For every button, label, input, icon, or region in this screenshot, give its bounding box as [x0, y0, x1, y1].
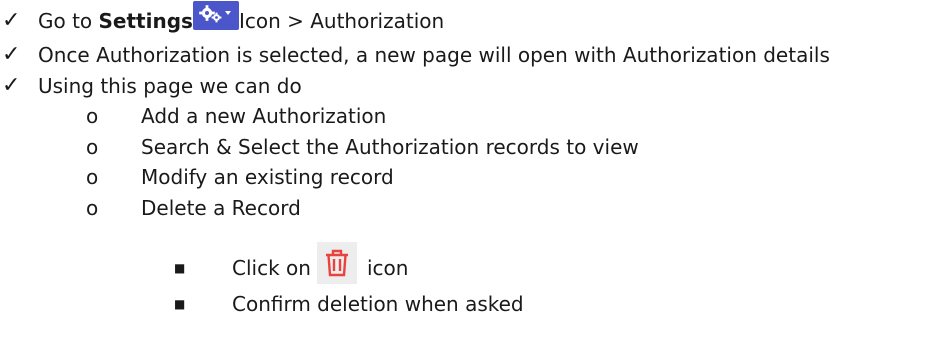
square-bullet: ■: [174, 297, 186, 311]
trash-icon: [325, 249, 348, 277]
settings-label: Settings: [98, 9, 193, 33]
gear-icon: [199, 5, 231, 23]
list-item-text: Add a new Authorization: [141, 104, 387, 128]
list-item-text: Delete a Record: [141, 196, 301, 220]
sub-step-text: Confirm deletion when asked: [232, 292, 524, 316]
check-mark: ✓: [2, 8, 21, 33]
circle-bullet: o: [86, 165, 99, 189]
settings-gear-icon[interactable]: [192, 1, 239, 30]
check-mark: ✓: [2, 73, 21, 98]
step-prefix: Click on: [232, 256, 311, 280]
delete-trash-icon[interactable]: [316, 242, 357, 284]
step-suffix: Icon > Authorization: [238, 9, 445, 33]
bullet-text: Using this page we can do: [38, 74, 302, 98]
circle-bullet: o: [86, 135, 99, 159]
circle-bullet: o: [86, 104, 99, 128]
step-suffix: icon: [366, 256, 409, 280]
circle-bullet: o: [86, 196, 99, 220]
bullet-text: Once Authorization is selected, a new pa…: [38, 43, 830, 67]
check-mark: ✓: [2, 42, 21, 67]
step-prefix: Go to: [38, 9, 99, 33]
list-item-text: Search & Select the Authorization record…: [141, 135, 639, 159]
list-item-text: Modify an existing record: [141, 165, 394, 189]
square-bullet: ■: [174, 261, 186, 275]
chevron-down-icon: [224, 11, 231, 15]
